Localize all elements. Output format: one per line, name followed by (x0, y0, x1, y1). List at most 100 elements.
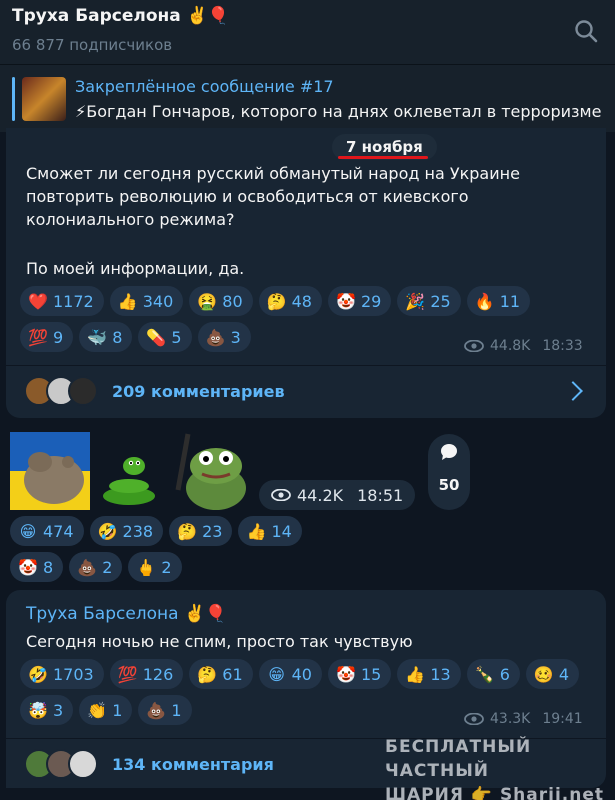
comment-count[interactable]: 50 (428, 476, 470, 494)
reaction-chip[interactable]: 🤣 1703 (20, 659, 104, 689)
reaction-count: 2 (161, 557, 172, 577)
reaction-emoji-icon: 💊 (146, 327, 167, 347)
reaction-count: 1703 (53, 664, 94, 684)
reaction-chip[interactable]: 🤡 15 (327, 659, 392, 689)
reaction-count: 1172 (53, 291, 94, 311)
reaction-chip[interactable]: 👏 1 (79, 695, 133, 725)
reaction-count: 340 (142, 291, 174, 311)
reaction-chip[interactable]: 👍 14 (238, 516, 302, 546)
reaction-chip[interactable]: 🥴 4 (525, 659, 580, 689)
reaction-count: 2 (102, 557, 113, 577)
pinned-message-bar[interactable]: Закреплённое сообщение #17 ⚡Богдан Гонча… (0, 64, 615, 132)
reaction-count: 3 (53, 700, 64, 720)
reaction-chip[interactable]: 🤯 3 (20, 695, 74, 725)
reaction-emoji-icon: 🤯 (28, 700, 48, 720)
message-text: Сегодня ночью не спим, просто так чувств… (26, 632, 413, 651)
watermark-line: ШАРИЯ 👉 Sharij.net (385, 785, 605, 800)
reaction-chip[interactable]: 🤔 61 (189, 659, 253, 689)
message-time: 19:41 (542, 711, 583, 727)
reaction-chip[interactable]: 💯 9 (20, 322, 74, 352)
reaction-emoji-icon: 😁 (19, 521, 37, 541)
comments-link[interactable]: 209 комментариев (24, 376, 285, 406)
reaction-count: 25 (430, 291, 451, 311)
message-line: По моей информации, да. (26, 259, 245, 278)
reaction-count: 6 (499, 664, 510, 684)
views-icon (464, 340, 484, 352)
reaction-chip[interactable]: 🤔 23 (169, 516, 233, 546)
pinned-indicator (12, 77, 15, 121)
reaction-count: 238 (122, 521, 154, 541)
reaction-emoji-icon: 💩 (77, 557, 98, 577)
reaction-count: 48 (291, 291, 312, 311)
reaction-chip[interactable]: 😁 474 (10, 516, 84, 546)
comment-bubble-icon[interactable] (439, 442, 459, 462)
reaction-chip[interactable]: 🤮 80 (189, 286, 253, 316)
reaction-count: 474 (43, 521, 74, 541)
reaction-count: 23 (202, 521, 223, 541)
channel-header[interactable]: Труха Барселона ✌️🎈 66 877 подписчиков (0, 0, 615, 64)
reaction-chip[interactable]: 🤡 29 (327, 286, 392, 316)
reaction-emoji-icon: 🐳 (87, 327, 108, 347)
subscriber-count: 66 877 подписчиков (12, 36, 173, 54)
date-underline (338, 156, 428, 159)
reaction-emoji-icon: 💯 (28, 327, 48, 347)
reaction-count: 15 (360, 664, 382, 684)
reaction-count: 40 (291, 664, 312, 684)
channel-title[interactable]: Труха Барселона ✌️🎈 (12, 6, 229, 26)
sticker-frog[interactable] (168, 430, 252, 512)
reaction-count: 14 (271, 521, 292, 541)
reaction-emoji-icon: 🤔 (177, 521, 198, 541)
reaction-emoji-icon: 🥴 (533, 664, 554, 684)
message-time: 18:33 (542, 338, 583, 354)
sticker-capybara[interactable] (10, 432, 90, 510)
watermark-line: БЕСПЛАТНЫЙ ЧАСТНЫЙ (385, 737, 532, 781)
pinned-text: ⚡Богдан Гончаров, которого на днях оклев… (75, 102, 602, 121)
reaction-emoji-icon: 🤡 (336, 664, 356, 684)
reaction-emoji-icon: 🤡 (18, 557, 38, 577)
pinned-thumbnail (22, 77, 66, 121)
reaction-chip[interactable]: 👍 340 (109, 286, 184, 316)
pinned-label: Закреплённое сообщение #17 (75, 77, 334, 96)
reaction-emoji-icon: 🍾 (474, 664, 495, 684)
reaction-chip[interactable]: 🖕 2 (128, 552, 182, 582)
reaction-count: 29 (360, 291, 382, 311)
reaction-emoji-icon: 🖕 (136, 557, 157, 577)
reaction-chip[interactable]: ❤️ 1172 (20, 286, 104, 316)
reaction-chip[interactable]: 🐳 8 (79, 322, 133, 352)
reaction-count: 13 (430, 664, 451, 684)
reaction-emoji-icon: 💩 (205, 327, 226, 347)
reaction-chip[interactable]: 💩 2 (69, 552, 123, 582)
sticker-snake[interactable] (98, 452, 160, 508)
search-icon[interactable] (573, 18, 599, 44)
reaction-chip[interactable]: 💊 5 (138, 322, 192, 352)
reaction-emoji-icon: 🤮 (197, 291, 218, 311)
reaction-chip[interactable]: 💩 1 (138, 695, 192, 725)
comments-count[interactable]: 209 комментариев (112, 382, 285, 401)
reaction-count: 3 (230, 327, 241, 347)
reactions-row: 😁 474 🤣 238 🤔 23 👍 14 🤡 8 💩 2 🖕 2 (10, 516, 330, 582)
reaction-emoji-icon: 💯 (117, 664, 138, 684)
reaction-emoji-icon: 👏 (87, 700, 108, 720)
reaction-chip[interactable]: 🤣 238 (89, 516, 164, 546)
reaction-emoji-icon: 🤔 (197, 664, 218, 684)
commenter-avatars (24, 749, 98, 779)
reaction-emoji-icon: 🤣 (97, 521, 118, 541)
reaction-chip[interactable]: 😁 40 (258, 659, 322, 689)
reaction-chip[interactable]: 💩 3 (197, 322, 251, 352)
reaction-chip[interactable]: 👍 13 (397, 659, 461, 689)
reaction-emoji-icon: ❤️ (28, 291, 48, 311)
comments-link[interactable]: 134 комментария (24, 749, 274, 779)
reaction-count: 9 (53, 327, 64, 347)
watermark: БЕСПЛАТНЫЙ ЧАСТНЫЙ ШАРИЯ 👉 Sharij.net (385, 735, 610, 800)
views-icon (464, 713, 484, 725)
message-author[interactable]: Труха Барселона ✌️🎈 (26, 604, 226, 624)
comments-count[interactable]: 134 комментария (112, 755, 274, 774)
message-line: колониального режима? (26, 210, 235, 229)
reaction-chip[interactable]: 🍾 6 (466, 659, 520, 689)
reaction-chip[interactable]: 🤡 8 (10, 552, 64, 582)
reaction-chip[interactable]: 🤔 48 (258, 286, 322, 316)
reaction-chip[interactable]: 🔥 11 (466, 286, 531, 316)
reaction-chip[interactable]: 💯 126 (109, 659, 184, 689)
reaction-chip[interactable]: 🎉 25 (397, 286, 461, 316)
message-meta: 44.8K 18:33 (464, 338, 583, 354)
